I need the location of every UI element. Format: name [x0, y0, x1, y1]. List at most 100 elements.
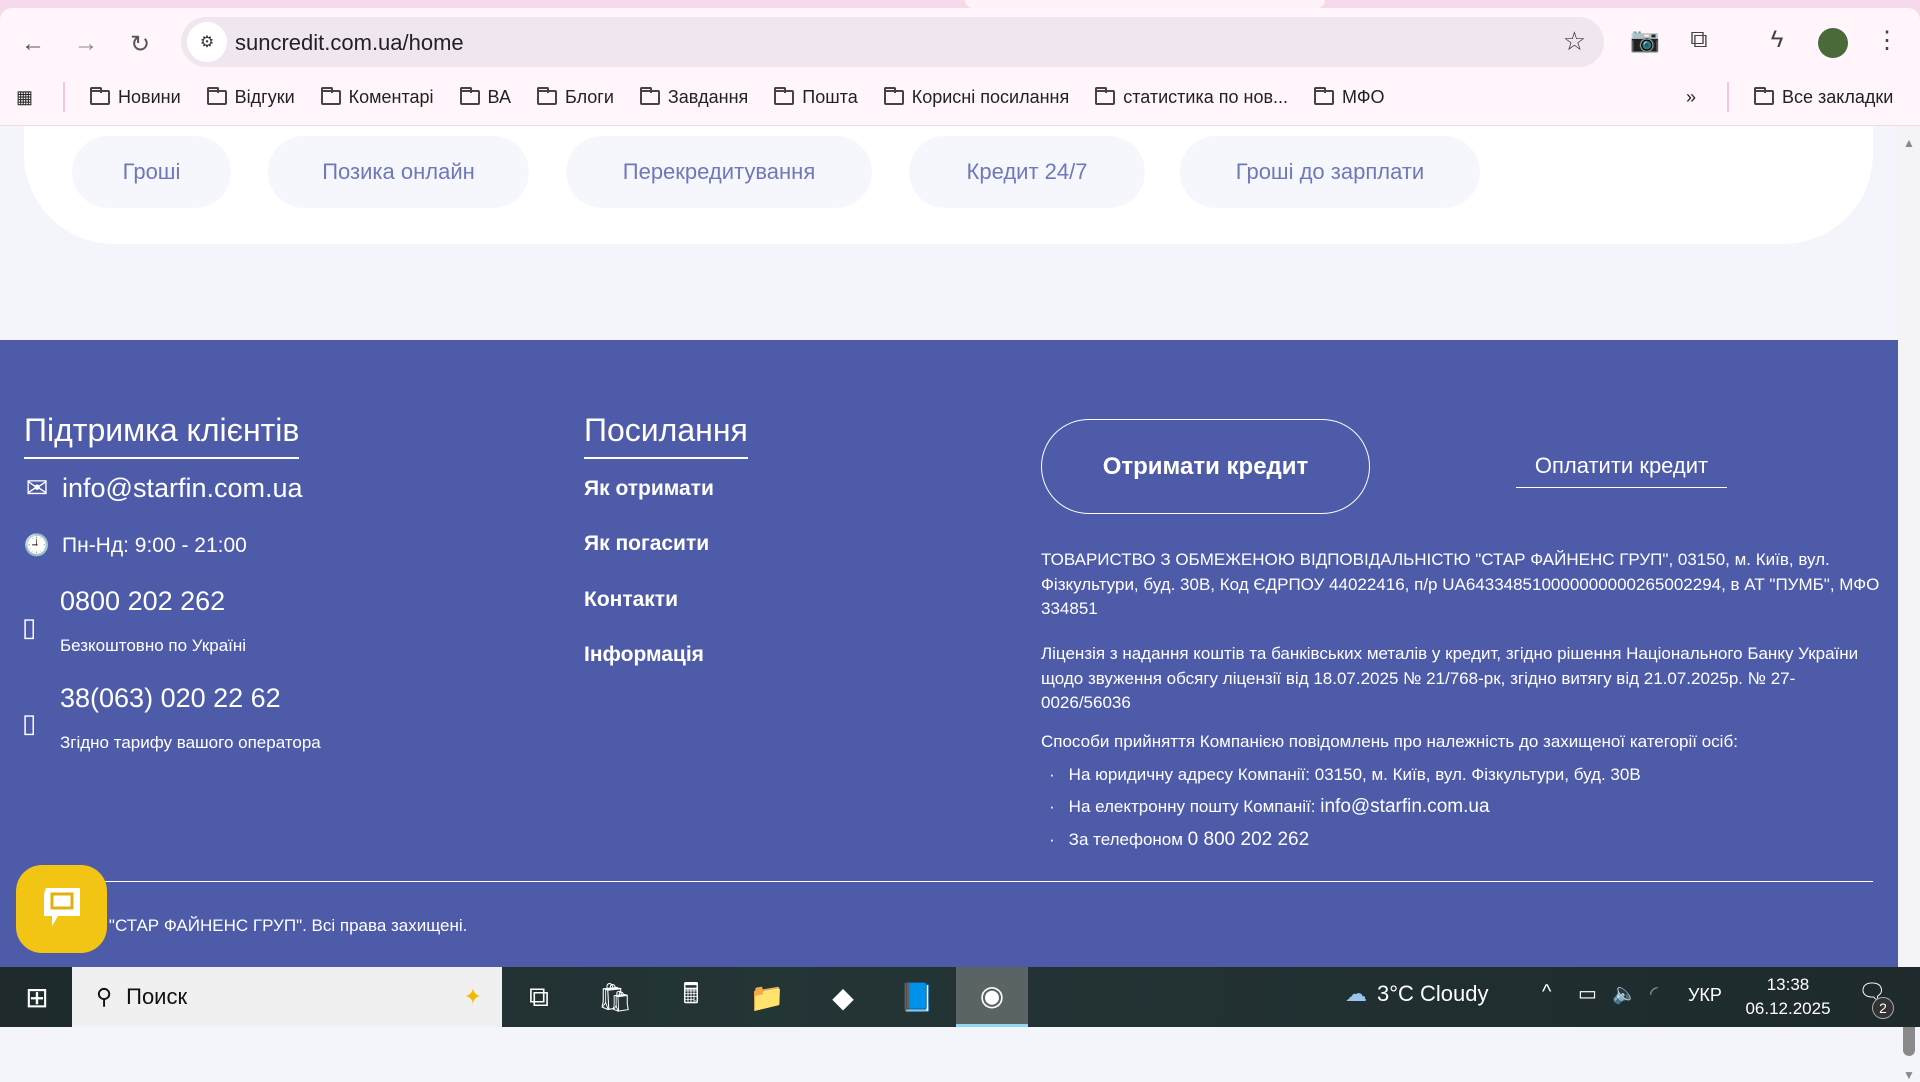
bookmark-folder[interactable]: Пошта [774, 82, 858, 112]
copilot-icon[interactable]: ◆ [818, 975, 868, 1019]
folder-icon [883, 86, 904, 105]
method-label: На юридичну адресу Компанії: 03150, м. К… [1068, 764, 1641, 784]
forward-icon[interactable]: → [68, 26, 104, 62]
file-explorer-icon[interactable]: 📁 [742, 975, 792, 1019]
all-bookmarks[interactable]: Все закладки [1754, 82, 1893, 112]
copyright: ТОВ "СТАР ФАЙНЕНС ГРУП". Всі права захищ… [70, 916, 468, 935]
calculator-icon[interactable]: 🖩 [666, 975, 716, 1019]
support-email[interactable]: ✉ info@starfin.com.ua [22, 473, 303, 504]
company-info: ТОВАРИСТВО З ОБМЕЖЕНОЮ ВІДПОВІДАЛЬНІСТЮ … [1041, 550, 1880, 618]
active-tab[interactable] [965, 0, 1325, 8]
links-title: Посилання [584, 412, 748, 459]
bookmark-folder[interactable]: Відгуки [206, 82, 295, 112]
phone1-note: Безкоштовно по Україні [60, 636, 247, 655]
extensions-icon[interactable]: ⧉ [1682, 26, 1716, 54]
link-information[interactable]: Інформація [584, 643, 704, 667]
search-placeholder: Поиск [126, 984, 188, 1009]
performance-icon[interactable]: ϟ [1760, 26, 1794, 54]
chrome-icon[interactable]: ◉ [956, 967, 1028, 1027]
site-settings-icon[interactable]: ⚙ [187, 22, 227, 62]
bookmarks-bar: Новини Відгуки Коментарі ВА Блоги Завдання Пош… [90, 74, 1385, 107]
menu-icon[interactable]: ⋮ [1870, 26, 1904, 55]
bookmark-folder[interactable]: Блоги [536, 82, 614, 112]
notification-badge: 2 [1872, 997, 1894, 1019]
clock-icon: 🕘 [23, 534, 51, 557]
address-bar[interactable]: ⚙ suncredit.com.ua/home ☆ [181, 17, 1604, 67]
link-contacts[interactable]: Контакти [584, 588, 678, 612]
task-view-icon[interactable]: ⧉ [514, 975, 564, 1019]
pill-money[interactable]: Гроші [72, 136, 231, 208]
method-phone-value[interactable]: 0 800 202 262 [1188, 829, 1310, 850]
cloud-icon: ☁ [1345, 981, 1367, 1006]
method-email: На електронну пошту Компанії: info@starf… [1041, 795, 1881, 820]
link-how-to-get[interactable]: Як отримати [584, 477, 714, 501]
store-icon[interactable]: 🛍 [590, 975, 640, 1019]
pill-refinancing[interactable]: Перекредитування [566, 136, 872, 208]
method-phone: За телефоном 0 800 202 262 [1041, 828, 1881, 853]
tray-chevron-icon[interactable]: ^ [1542, 981, 1551, 1004]
weather-text: 3°C Cloudy [1377, 981, 1489, 1006]
reload-icon[interactable]: ↻ [122, 26, 158, 62]
battery-warning-icon[interactable]: ▭ [1578, 981, 1597, 1006]
license-info: Ліцензія з надання коштів та банківських… [1041, 644, 1859, 712]
all-bookmarks-label: Все закладки [1782, 86, 1894, 107]
bookmark-folder[interactable]: статистика по нов... [1095, 82, 1288, 112]
support-hours: 🕘 Пн-Нд: 9:00 - 21:00 [22, 534, 247, 558]
bookmark-label: Блоги [564, 86, 614, 107]
taskbar-search[interactable]: ⚲ Поиск ✦ [72, 967, 502, 1027]
folder-icon [320, 86, 341, 105]
bookmark-folder[interactable]: Завдання [639, 82, 749, 112]
bookmark-star-icon[interactable]: ☆ [1563, 26, 1586, 57]
wifi-icon[interactable]: ◜ [1650, 981, 1658, 1006]
hours-text: Пн-Нд: 9:00 - 21:00 [62, 534, 247, 557]
language-indicator[interactable]: УКР [1688, 985, 1722, 1006]
folder-icon [1095, 86, 1116, 105]
folder-icon [774, 86, 795, 105]
url-text[interactable]: suncredit.com.ua/home [235, 30, 464, 56]
phone2[interactable]: 38(063) 020 22 62 [60, 683, 281, 714]
page-scrollbar[interactable]: ▲ ▼ [1898, 126, 1920, 1082]
folder-icon [1314, 86, 1335, 105]
folder-icon [639, 86, 660, 105]
link-how-to-repay[interactable]: Як погасити [584, 532, 709, 556]
method-email-value[interactable]: info@starfin.com.ua [1320, 796, 1489, 817]
bookmark-folder[interactable]: Корисні посилання [883, 82, 1069, 112]
windows-start-icon[interactable]: ⊞ [12, 975, 62, 1019]
bookmark-label: Завдання [667, 86, 749, 107]
phone2-note: Згідно тарифу вашого оператора [60, 733, 321, 752]
phone1[interactable]: 0800 202 262 [60, 586, 225, 617]
clock[interactable]: 13:38 06.12.2025 [1740, 973, 1836, 1021]
bookmarks-overflow[interactable]: » [1686, 82, 1696, 112]
bookmark-label: Пошта [802, 86, 858, 107]
scroll-down-icon[interactable]: ▼ [1903, 1068, 1915, 1082]
phone-icon: ▯ [22, 708, 37, 738]
back-icon[interactable]: ← [15, 26, 51, 62]
browser-toolbar: ← → ↻ ⚙ suncredit.com.ua/home ☆ 📷 ⧉ ϟ ⋮ … [0, 8, 1920, 126]
pill-payday[interactable]: Гроші до зарплати [1180, 136, 1480, 208]
weather-widget[interactable]: ☁ 3°C Cloudy [1345, 981, 1489, 1007]
pill-online-loan[interactable]: Позика онлайн [268, 136, 529, 208]
apps-icon[interactable]: ▦ [16, 82, 33, 112]
methods-title: Способи прийняття Компанією повідомлень … [1041, 732, 1738, 751]
camera-icon[interactable]: 📷 [1628, 26, 1662, 55]
bookmark-folder[interactable]: МФО [1314, 82, 1385, 112]
folder-icon [90, 86, 110, 105]
pill-credit-24-7[interactable]: Кредит 24/7 [909, 136, 1145, 208]
bookmark-folder[interactable]: ВА [459, 82, 511, 112]
chat-button[interactable] [16, 865, 107, 953]
footer-divider [24, 881, 1873, 882]
email-text[interactable]: info@starfin.com.ua [62, 473, 303, 504]
notepad-icon[interactable]: 📘 [892, 975, 942, 1019]
folder-icon [1754, 86, 1774, 105]
profile-avatar[interactable] [1818, 28, 1848, 58]
volume-icon[interactable]: 🔈 [1612, 981, 1637, 1006]
get-credit-button[interactable]: Отримати кредит [1041, 419, 1370, 514]
scroll-up-icon[interactable]: ▲ [1903, 136, 1915, 150]
folder-icon [206, 86, 227, 105]
method-address: На юридичну адресу Компанії: 03150, м. К… [1041, 763, 1881, 788]
method-label: За телефоном [1068, 829, 1188, 849]
pay-credit-link[interactable]: Оплатити кредит [1516, 453, 1727, 488]
bookmark-folder[interactable]: Новини [90, 82, 181, 112]
bookmark-folder[interactable]: Коментарі [320, 82, 434, 112]
chat-icon [43, 888, 80, 926]
